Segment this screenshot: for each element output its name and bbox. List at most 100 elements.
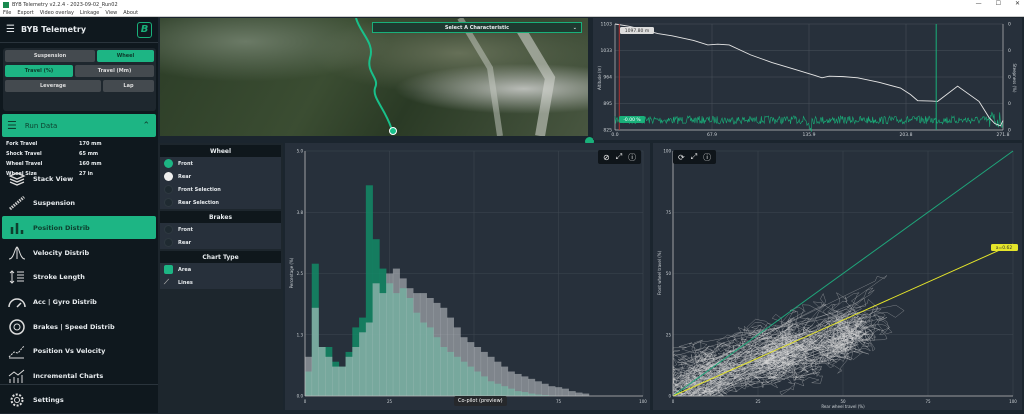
radio-rear-selection[interactable]	[164, 198, 173, 207]
brake-disc-icon	[7, 319, 27, 335]
menu-linkage[interactable]: Linkage	[80, 10, 99, 16]
run-data-key: Shock Travel	[6, 149, 79, 159]
run-data-header[interactable]: ☰Run Data⌃	[2, 114, 156, 137]
option-label: Area	[178, 267, 191, 273]
travel-mm-toggle[interactable]: Travel (Mm)	[75, 65, 154, 77]
chevron-up-icon[interactable]: ⌃	[142, 121, 150, 131]
sidebar-item-stroke-length[interactable]: Stroke Length	[2, 266, 156, 289]
sidebar-item-position-vs-velocity[interactable]: Position Vs Velocity	[2, 340, 156, 363]
run-data-value: 65 mm	[79, 149, 98, 159]
y-tick-label: 50	[666, 271, 672, 276]
info-icon[interactable]: ⓘ	[628, 152, 636, 163]
maximize-button[interactable]: ☐	[996, 0, 1001, 7]
scatter-panel: 10075502500255075100Rear wheel travel (%…	[653, 143, 1022, 410]
info-icon[interactable]: ⓘ	[703, 152, 711, 163]
x-tick-label: 25	[755, 399, 761, 404]
menu-bar: File Export Video overlay Linkage View About	[0, 9, 1024, 17]
x-tick-label: 0	[304, 399, 307, 404]
y-tick-label: 895	[603, 101, 612, 107]
line-chart-icon: ⟋	[164, 278, 173, 287]
y-tick-label: 1.3	[297, 332, 304, 337]
x-tick-label: 271.8	[997, 132, 1010, 138]
sidebar: ☰BYB Telemetry B Suspension Wheel Travel…	[0, 17, 158, 413]
bell-curve-icon	[7, 245, 27, 261]
sidebar-item-brakes-speed-distrib[interactable]: Brakes | Speed Distrib	[2, 315, 156, 338]
rear-bar	[373, 283, 380, 396]
y2-axis-label: Steepness (%)	[1012, 64, 1017, 93]
hide-icon[interactable]: ⊘	[603, 153, 610, 162]
option-rear[interactable]: Rear	[160, 170, 281, 183]
radio-front-selection[interactable]	[164, 185, 173, 194]
y-tick-label: 1103	[601, 22, 613, 28]
y-axis-label: Altitude (m)	[597, 66, 602, 90]
wheel-header: Wheel	[160, 145, 281, 157]
lap-toggle[interactable]: Lap	[103, 80, 154, 92]
layers-icon	[7, 171, 27, 187]
radio-brake-front[interactable]	[164, 225, 173, 234]
option-label: Front Selection	[178, 187, 221, 193]
rear-bar	[454, 327, 461, 396]
x-tick-label: 203.8	[900, 132, 913, 138]
map-view[interactable]: Select A Characteristic⌄	[160, 18, 588, 136]
scatter-toolbar: ⟳ ⤢ ⓘ	[673, 150, 716, 164]
y-tick-label: 2.5	[297, 271, 304, 276]
rear-bar	[562, 389, 569, 396]
rear-bar	[339, 367, 346, 396]
sidebar-item-velocity-distrib[interactable]: Velocity Distrib	[2, 241, 156, 264]
close-button[interactable]: ✕	[1015, 0, 1020, 7]
option-rear-selection[interactable]: Rear Selection	[160, 196, 281, 209]
leverage-toggle[interactable]: Leverage	[5, 80, 101, 92]
refresh-icon[interactable]: ⟳	[678, 153, 685, 162]
sidebar-item-suspension[interactable]: Suspension	[2, 192, 156, 215]
window-title: BYB Telemetry v2.2.4 - 2023-09-02_Run02	[12, 2, 118, 8]
sidebar-item-settings[interactable]: Settings	[2, 388, 156, 411]
menu-view[interactable]: View	[105, 10, 117, 16]
sidebar-item-label: Position Distrib	[33, 224, 90, 232]
option-area[interactable]: Area	[160, 263, 281, 276]
expand-icon[interactable]: ⤢	[616, 152, 622, 162]
radio-brake-rear[interactable]	[164, 238, 173, 247]
sidebar-item-label: Stack View	[33, 175, 73, 183]
y2-tick-label: 0	[1008, 22, 1011, 28]
menu-export[interactable]: Export	[17, 10, 33, 16]
option-label: Rear Selection	[178, 200, 219, 206]
fit-label: a=0.62	[996, 245, 1013, 251]
expand-icon[interactable]: ⤢	[691, 152, 697, 162]
rear-bar	[481, 352, 488, 396]
menu-video-overlay[interactable]: Video overlay	[40, 10, 74, 16]
collapse-menu-icon[interactable]: ☰	[6, 24, 15, 35]
rear-bar	[406, 288, 413, 396]
option-brake-front[interactable]: Front	[160, 223, 281, 236]
sidebar-item-label: Position Vs Velocity	[33, 347, 105, 355]
sidebar-item-acc-gyro-distrib[interactable]: Acc | Gyro Distrib	[2, 291, 156, 314]
radio-front[interactable]	[164, 159, 173, 168]
x-tick-label: 0.0	[611, 132, 618, 138]
option-brake-rear[interactable]: Rear	[160, 236, 281, 249]
sidebar-item-stack-view[interactable]: Stack View	[2, 167, 156, 190]
option-label: Front	[178, 227, 193, 233]
rear-bar	[548, 386, 555, 396]
rear-bar	[427, 298, 434, 396]
option-label: Lines	[178, 280, 193, 286]
minimize-button[interactable]: —	[976, 0, 982, 7]
characteristic-select[interactable]: Select A Characteristic⌄	[372, 22, 582, 33]
copilot-tooltip[interactable]: Co-pilot (preview)	[454, 396, 507, 406]
app-icon	[3, 2, 9, 8]
sidebar-item-label: Suspension	[33, 199, 75, 207]
sidebar-item-position-distrib[interactable]: Position Distrib	[2, 216, 156, 239]
option-front[interactable]: Front	[160, 157, 281, 170]
suspension-toggle[interactable]: Suspension	[5, 50, 95, 62]
menu-file[interactable]: File	[3, 10, 11, 16]
radio-rear[interactable]	[164, 172, 173, 181]
rear-bar	[305, 357, 312, 396]
wheel-toggle[interactable]: Wheel	[97, 50, 154, 62]
rear-bar	[508, 372, 515, 397]
rear-bar	[447, 318, 454, 396]
travel-percent-toggle[interactable]: Travel (%)	[5, 65, 73, 77]
menu-about[interactable]: About	[123, 10, 138, 16]
histogram-panel: 5.03.82.51.30.00255075100Percentage (%)	[285, 143, 650, 410]
rear-bar	[467, 342, 474, 396]
option-lines[interactable]: ⟋ Lines	[160, 276, 281, 289]
x-axis-label: Rear wheel travel (%)	[821, 404, 865, 409]
option-front-selection[interactable]: Front Selection	[160, 183, 281, 196]
